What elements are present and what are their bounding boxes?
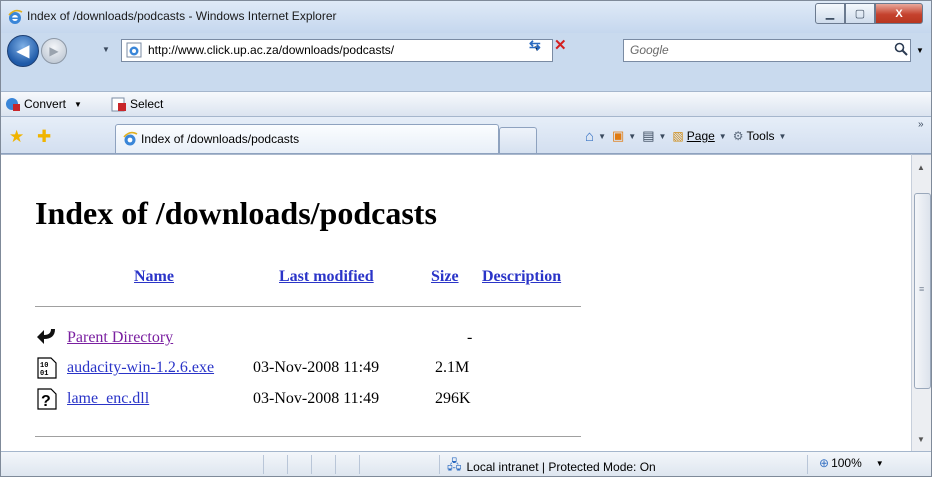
row-size: 2.1M [435, 359, 470, 376]
window-controls: ▁ ▢ X [815, 3, 923, 24]
binary-file-icon: 10 01 [37, 357, 57, 379]
column-header-name[interactable]: Name [134, 268, 174, 286]
page-icon: ▧ [672, 129, 684, 143]
security-zone-label: Local intranet | Protected Mode: On [466, 460, 656, 474]
ie-page-icon [126, 42, 142, 58]
status-divider [311, 455, 312, 474]
more-commands-chevron-icon[interactable]: » [918, 119, 924, 130]
maximize-icon: ▢ [854, 8, 866, 20]
status-divider [263, 455, 264, 474]
search-input[interactable]: Google [630, 43, 669, 57]
footer-divider [35, 436, 581, 437]
zoom-dropdown-icon[interactable]: ▼ [876, 459, 884, 468]
navigation-bar: ◀ ▶ ▼ http://www.click.up.ac.za/download… [1, 35, 931, 67]
back-button[interactable]: ◀ [7, 35, 39, 67]
row-size: 296K [435, 390, 471, 407]
convert-icon [6, 98, 20, 111]
home-dropdown-icon[interactable]: ▼ [598, 132, 606, 141]
tools-dropdown-icon: ▼ [778, 131, 787, 141]
tab-bar: ★ ✚ Index of /downloads/podcasts ⌂ ▼ ▣ ▼ ▤… [1, 117, 931, 154]
status-divider [807, 455, 808, 474]
title-bar: Index of /downloads/podcasts - Windows I… [1, 1, 931, 33]
convert-label: Convert [24, 97, 67, 111]
column-header-last-modified[interactable]: Last modified [279, 268, 374, 286]
zoom-level: 100% [831, 456, 862, 470]
column-header-size[interactable]: Size [431, 268, 459, 286]
status-divider [287, 455, 288, 474]
print-dropdown-icon[interactable]: ▼ [659, 132, 667, 141]
address-bar[interactable]: http://www.click.up.ac.za/downloads/podc… [121, 39, 553, 62]
status-divider [335, 455, 336, 474]
pdf-toolbar: Convert ▼ Select [1, 91, 931, 117]
scroll-down-icon[interactable]: ▼ [917, 435, 925, 444]
back-arrow-icon: ◀ [16, 43, 30, 60]
home-icon[interactable]: ⌂ [585, 128, 594, 145]
status-divider [439, 455, 440, 474]
page-dropdown-icon: ▼ [718, 131, 727, 141]
convert-button[interactable]: Convert ▼ [5, 96, 82, 112]
page-content: Index of /downloads/podcasts Name Last m… [1, 154, 911, 451]
favorites-star-icon[interactable]: ★ [9, 127, 24, 147]
svg-text:10: 10 [40, 362, 48, 370]
back-arrow-icon [37, 329, 55, 344]
command-bar: ⌂ ▼ ▣ ▼ ▤ ▼ ▧ Page ▼ ⚙ Tools ▼ [585, 127, 792, 145]
intranet-globe-icon: 🖧 [447, 457, 462, 472]
tools-menu[interactable]: ⚙ Tools ▼ [733, 129, 793, 143]
ie-page-icon [123, 131, 138, 146]
header-divider [35, 306, 581, 307]
status-bar: 🖧 Local intranet | Protected Mode: On ⊕ … [1, 451, 931, 476]
tab-label: Index of /downloads/podcasts [141, 132, 300, 146]
select-label: Select [130, 97, 164, 111]
gear-icon: ⚙ [732, 129, 744, 143]
convert-dropdown-icon[interactable]: ▼ [74, 100, 82, 109]
svg-text:01: 01 [40, 370, 48, 378]
window-title: Index of /downloads/podcasts - Windows I… [27, 9, 337, 23]
stop-icon[interactable]: ✕ [554, 36, 567, 54]
ie-window: Index of /downloads/podcasts - Windows I… [0, 0, 932, 477]
ie-logo-icon [8, 9, 23, 24]
unknown-file-icon: ? [37, 388, 57, 410]
minimize-button[interactable]: ▁ [815, 3, 845, 24]
page-heading: Index of /downloads/podcasts [35, 195, 437, 231]
page-menu[interactable]: ▧ Page ▼ [672, 129, 732, 143]
tools-menu-label: Tools [746, 129, 775, 143]
list-item-file[interactable]: audacity-win-1.2.6.exe [67, 359, 214, 377]
status-divider [359, 455, 360, 474]
forward-button[interactable]: ▶ [41, 38, 67, 64]
page-menu-label: Page [686, 129, 715, 143]
close-icon: X [895, 7, 903, 20]
minimize-icon: ▁ [825, 8, 835, 20]
scroll-grip-icon: ≡ [919, 284, 925, 294]
security-zone[interactable]: 🖧 Local intranet | Protected Mode: On [447, 456, 656, 476]
list-item-parent-directory[interactable]: Parent Directory [67, 329, 173, 347]
list-item-file[interactable]: lame_enc.dll [67, 390, 149, 408]
add-favorites-icon[interactable]: ✚ [37, 127, 51, 147]
search-box[interactable]: Google [623, 39, 911, 62]
new-tab-button[interactable] [499, 127, 537, 153]
svg-text:?: ? [41, 393, 51, 410]
zoom-icon: ⊕ [819, 456, 830, 470]
refresh-icon[interactable]: ⇆ [529, 37, 541, 54]
tab-active[interactable]: Index of /downloads/podcasts [115, 124, 499, 153]
scroll-up-icon[interactable]: ▲ [917, 163, 925, 172]
print-icon[interactable]: ▤ [642, 128, 654, 144]
forward-arrow-icon: ▶ [49, 44, 59, 58]
search-options-dropdown-icon[interactable]: ▼ [916, 46, 924, 55]
select-icon [111, 97, 126, 112]
close-button[interactable]: X [875, 3, 923, 24]
history-dropdown-icon[interactable]: ▼ [102, 45, 110, 54]
column-header-description[interactable]: Description [482, 268, 561, 286]
address-url[interactable]: http://www.click.up.ac.za/downloads/podc… [148, 43, 394, 57]
feeds-dropdown-icon[interactable]: ▼ [628, 132, 636, 141]
zoom-control[interactable]: ⊕ 100% ▼ [819, 456, 884, 470]
search-icon[interactable] [894, 42, 908, 56]
maximize-button[interactable]: ▢ [845, 3, 875, 24]
select-button[interactable]: Select [111, 96, 163, 112]
feeds-icon[interactable]: ▣ [612, 128, 624, 144]
vertical-scrollbar[interactable]: ▲ ≡ ▼ [911, 154, 931, 451]
row-size: - [467, 329, 473, 346]
scroll-thumb[interactable]: ≡ [914, 193, 931, 389]
row-modified: 03-Nov-2008 11:49 [253, 390, 380, 407]
row-modified: 03-Nov-2008 11:49 [253, 359, 380, 376]
